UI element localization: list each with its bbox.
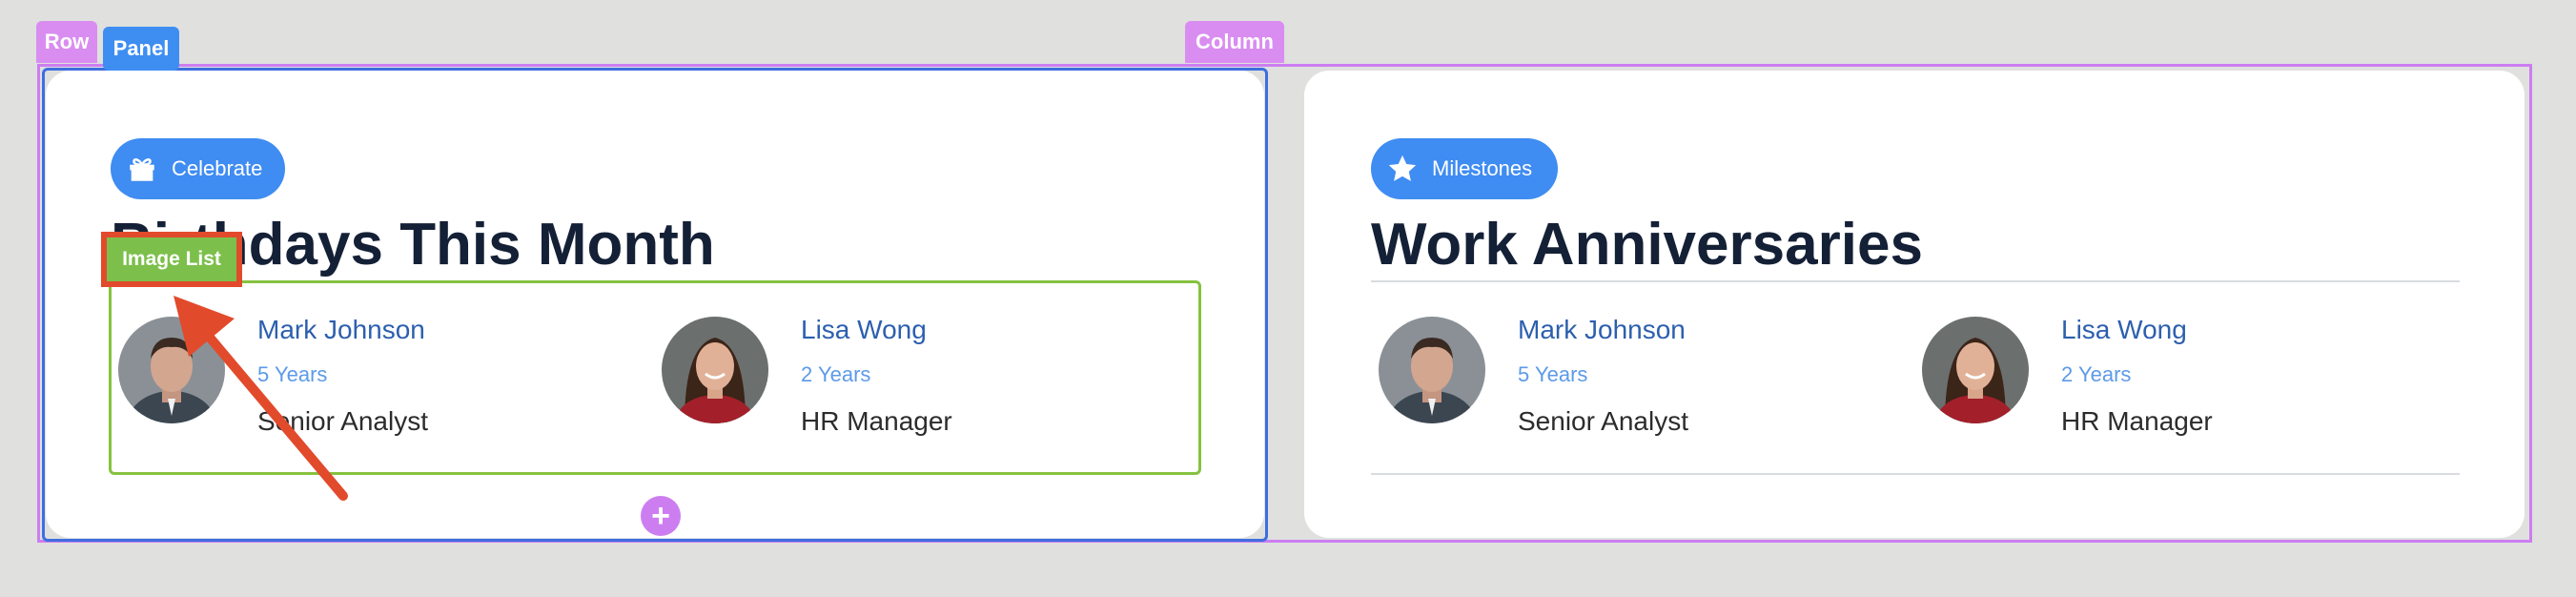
person-years: 2 Years	[801, 362, 871, 386]
star-icon	[1388, 154, 1417, 181]
image-list-label[interactable]: Image List	[101, 232, 242, 287]
person-role: Senior Analyst	[1518, 406, 1688, 436]
avatar	[662, 317, 768, 423]
person-role: HR Manager	[2061, 406, 2213, 436]
celebrate-pill: Celebrate	[111, 138, 285, 199]
person-role: HR Manager	[801, 406, 952, 436]
divider	[1371, 280, 2460, 282]
person-name[interactable]: Lisa Wong	[801, 315, 927, 345]
annotation-arrow	[174, 296, 348, 501]
celebrate-pill-label: Celebrate	[172, 156, 263, 180]
person-name[interactable]: Lisa Wong	[2061, 315, 2187, 345]
avatar	[1379, 317, 1485, 423]
panel-label[interactable]: Panel	[103, 27, 179, 71]
person-name[interactable]: Mark Johnson	[1518, 315, 1686, 345]
row-label[interactable]: Row	[36, 21, 97, 63]
avatar	[1922, 317, 2029, 423]
divider	[1371, 473, 2460, 475]
milestones-pill: Milestones	[1371, 138, 1558, 199]
person-years: 2 Years	[2061, 362, 2132, 386]
add-block-button[interactable]: +	[641, 496, 681, 536]
image-list-label-text: Image List	[107, 237, 236, 281]
anniversaries-title: Work Anniversaries	[1371, 212, 1923, 278]
person-years: 5 Years	[1518, 362, 1588, 386]
column-label[interactable]: Column	[1185, 21, 1284, 63]
milestones-pill-label: Milestones	[1432, 156, 1533, 180]
gift-icon	[130, 158, 154, 181]
